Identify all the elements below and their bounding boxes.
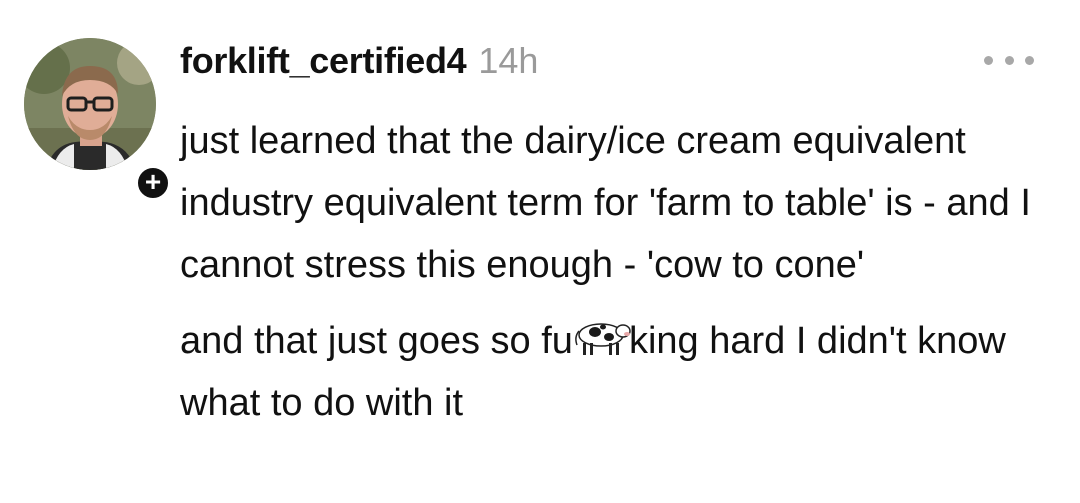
- post-header: forklift_certified4 14h: [180, 40, 538, 90]
- more-dots-icon: [1025, 55, 1034, 65]
- cow-emoji-icon: [575, 323, 631, 355]
- more-dots-icon: [984, 55, 993, 65]
- timestamp: 14h: [478, 40, 539, 81]
- avatar[interactable]: [24, 38, 156, 170]
- more-options-button[interactable]: [984, 50, 1034, 70]
- plus-icon: +: [144, 166, 162, 197]
- avatar-container[interactable]: +: [24, 38, 172, 202]
- post-paragraph-2: and that just goes so fu king hard I did…: [180, 310, 1040, 434]
- follow-button[interactable]: +: [134, 164, 172, 202]
- more-dots-icon: [1004, 55, 1014, 65]
- post-paragraph-1: just learned that the dairy/ice cream eq…: [180, 120, 1031, 286]
- paragraph-2-start: and that just goes so fu: [180, 320, 573, 362]
- thread-post: + forklift_certified4 14h just learned t…: [0, 0, 1080, 503]
- avatar-photo: [24, 38, 156, 170]
- username[interactable]: forklift_certified4: [180, 40, 467, 82]
- post-body: just learned that the dairy/ice cream eq…: [180, 110, 1040, 434]
